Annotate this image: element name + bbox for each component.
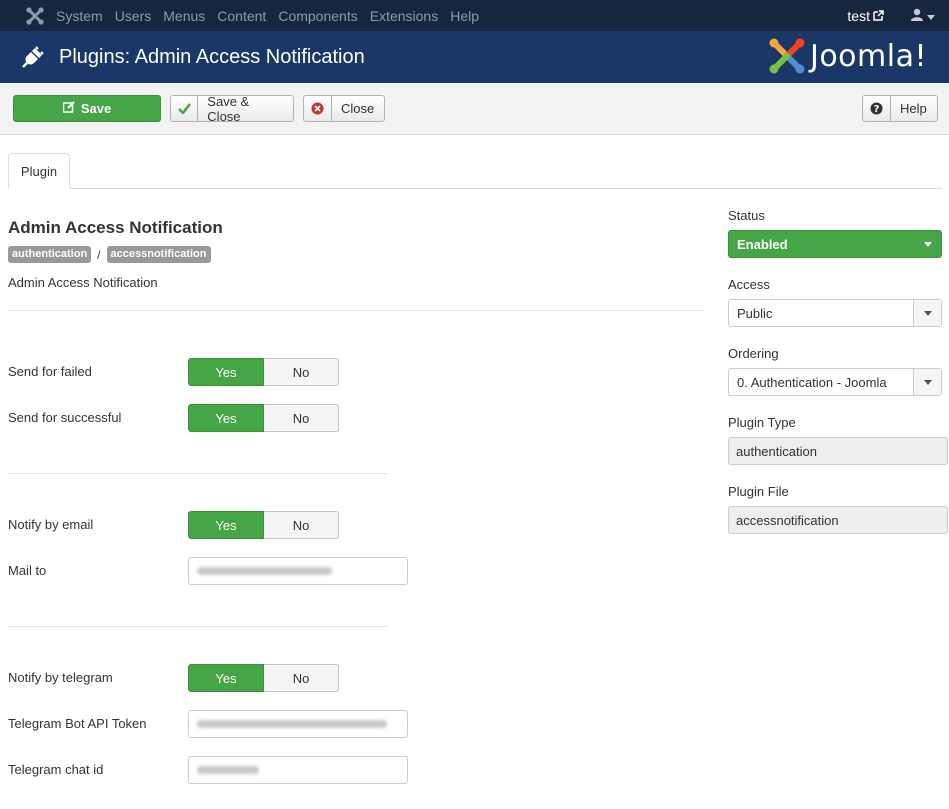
- joomla-logo: Joomla!: [768, 37, 927, 75]
- svg-text:?: ?: [874, 104, 880, 115]
- notify-telegram-yes[interactable]: Yes: [188, 664, 264, 692]
- notify-email-label: Notify by email: [8, 517, 94, 532]
- plugin-description: Admin Access Notification: [8, 275, 158, 290]
- send-successful-no[interactable]: No: [264, 404, 339, 432]
- user-icon: [910, 8, 924, 24]
- telegram-chat-label: Telegram chat id: [8, 762, 104, 777]
- send-successful-toggle: Yes No: [188, 404, 339, 432]
- menu-components[interactable]: Components: [278, 8, 357, 24]
- ordering-value: 0. Authentication - Joomla: [737, 374, 887, 390]
- telegram-token-label: Telegram Bot API Token: [8, 716, 147, 731]
- send-failed-label: Send for failed: [8, 364, 92, 379]
- menu-extensions[interactable]: Extensions: [370, 8, 438, 24]
- plugin-type-label: Plugin Type: [728, 415, 796, 430]
- caret-down-icon: [913, 369, 941, 395]
- joomla-logo-icon: [769, 38, 805, 74]
- edit-icon: [62, 101, 75, 116]
- redacted-value: [197, 567, 332, 575]
- mail-to-label: Mail to: [8, 563, 47, 578]
- user-menu[interactable]: [910, 8, 935, 24]
- access-label: Access: [728, 277, 770, 292]
- menu-menus[interactable]: Menus: [163, 8, 205, 24]
- help-button[interactable]: ? Help: [862, 95, 938, 122]
- tab-bar: Plugin: [8, 153, 942, 189]
- access-value: Public: [737, 305, 773, 321]
- redacted-value: [197, 766, 259, 774]
- joomla-brand: Joomla!: [809, 38, 927, 74]
- notify-email-no[interactable]: No: [264, 511, 339, 539]
- plugin-file-field: accessnotification: [728, 506, 948, 534]
- save-close-button[interactable]: Save & Close: [170, 93, 294, 124]
- help-label: Help: [900, 101, 927, 116]
- page-title: Plugins: Admin Access Notification: [59, 45, 365, 68]
- caret-down-icon: [924, 242, 932, 247]
- save-close-label: Save & Close: [207, 93, 250, 124]
- redacted-value: [197, 720, 387, 728]
- site-link[interactable]: test: [847, 8, 884, 24]
- menu-content[interactable]: Content: [217, 8, 266, 24]
- menu-system[interactable]: System: [56, 8, 103, 24]
- telegram-token-input[interactable]: [188, 710, 408, 738]
- menu-users[interactable]: Users: [115, 8, 152, 24]
- notify-telegram-label: Notify by telegram: [8, 670, 113, 685]
- ordering-select[interactable]: 0. Authentication - Joomla: [728, 368, 942, 396]
- close-button[interactable]: Close: [303, 95, 385, 122]
- telegram-chat-input[interactable]: [188, 756, 408, 784]
- badge-folder: authentication: [8, 246, 92, 263]
- tab-plugin[interactable]: Plugin: [8, 153, 70, 189]
- menu-help[interactable]: Help: [450, 8, 479, 24]
- top-navbar: System Users Menus Content Components Ex…: [0, 0, 949, 31]
- mail-to-input[interactable]: [188, 557, 408, 585]
- notify-email-yes[interactable]: Yes: [188, 511, 264, 539]
- caret-down-icon: [913, 300, 941, 326]
- question-icon: ?: [863, 96, 891, 121]
- cancel-icon: [304, 96, 332, 121]
- send-failed-no[interactable]: No: [264, 358, 339, 386]
- toolbar: Save Save & Close Close ? Help: [0, 83, 949, 135]
- status-value: Enabled: [737, 236, 788, 252]
- save-button[interactable]: Save: [13, 95, 161, 122]
- notify-telegram-no[interactable]: No: [264, 664, 339, 692]
- status-select[interactable]: Enabled: [728, 230, 942, 258]
- site-name: test: [847, 7, 870, 24]
- send-successful-yes[interactable]: Yes: [188, 404, 264, 432]
- close-label: Close: [341, 101, 375, 116]
- divider: [8, 473, 388, 474]
- badge-separator: /: [97, 247, 101, 262]
- caret-down-icon: [927, 8, 935, 23]
- plugin-badges: authentication / accessnotification: [8, 246, 211, 263]
- ordering-label: Ordering: [728, 346, 779, 361]
- send-failed-yes[interactable]: Yes: [188, 358, 264, 386]
- divider: [8, 310, 703, 311]
- send-successful-label: Send for successful: [8, 410, 122, 425]
- save-label: Save: [80, 101, 112, 116]
- page-header: Plugins: Admin Access Notification Jooml…: [0, 31, 949, 83]
- plugin-title: Admin Access Notification: [8, 218, 223, 237]
- notify-email-toggle: Yes No: [188, 511, 339, 539]
- main-menu: System Users Menus Content Components Ex…: [56, 8, 491, 24]
- plug-icon: [22, 46, 44, 68]
- joomla-menu-icon[interactable]: [22, 5, 48, 27]
- status-label: Status: [728, 208, 765, 223]
- plugin-type-field: authentication: [728, 437, 948, 465]
- send-failed-toggle: Yes No: [188, 358, 339, 386]
- external-link-icon: [873, 8, 884, 24]
- notify-telegram-toggle: Yes No: [188, 664, 339, 692]
- access-select[interactable]: Public: [728, 299, 942, 327]
- badge-element: accessnotification: [106, 246, 211, 263]
- check-icon: [171, 96, 199, 121]
- plugin-file-label: Plugin File: [728, 484, 789, 499]
- divider: [8, 626, 388, 627]
